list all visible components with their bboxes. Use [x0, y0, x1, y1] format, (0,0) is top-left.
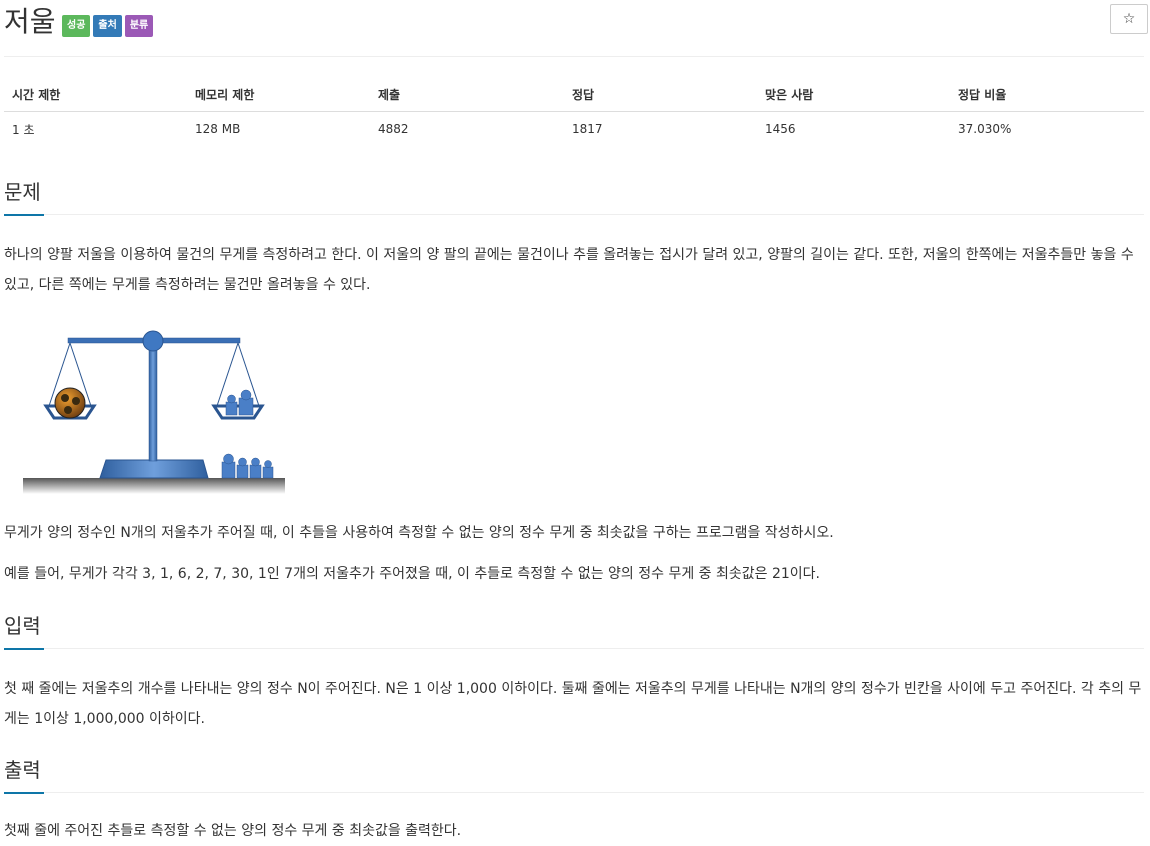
- th-accepted: 정답: [564, 77, 757, 112]
- td-time-limit: 1 초: [12, 122, 35, 137]
- label-category[interactable]: 분류: [124, 15, 154, 37]
- table-header-row: 시간 제한 메모리 제한 제출 정답 맞은 사람 정답 비율: [4, 77, 1144, 112]
- td-accept-ratio: 37.030%: [958, 122, 1012, 136]
- balance-scale-image: [23, 330, 285, 494]
- problem-info-table: 시간 제한 메모리 제한 제출 정답 맞은 사람 정답 비율 1 초 128 M…: [4, 77, 1144, 146]
- input-description: 첫 째 줄에는 저울추의 개수를 나타내는 양의 정수 N이 주어진다. N은 …: [4, 681, 1142, 727]
- td-submissions: 4882: [378, 122, 409, 136]
- label-source[interactable]: 출처: [93, 15, 122, 37]
- th-submissions: 제출: [370, 77, 564, 112]
- th-accept-ratio: 정답 비율: [950, 77, 1144, 112]
- problem-description-3: 예를 들어, 무게가 각각 3, 1, 6, 2, 7, 30, 1인 7개의 …: [4, 566, 821, 582]
- td-solved-users: 1456: [765, 122, 796, 136]
- td-accepted: 1817: [572, 122, 603, 136]
- title-row: 저울 성공 출처 분류 ☆: [4, 0, 1148, 57]
- problem-description-1: 하나의 양팔 저울을 이용하여 물건의 무게를 측정하려고 한다. 이 저울의 …: [4, 247, 1134, 293]
- star-icon: ☆: [1122, 11, 1136, 27]
- section-underline: [4, 214, 44, 216]
- section-input-title: 입력: [4, 614, 41, 638]
- output-description: 첫째 줄에 주어진 추들로 측정할 수 없는 양의 정수 무게 중 최솟값을 출…: [4, 823, 462, 839]
- section-output-title: 출력: [4, 758, 41, 782]
- section-underline: [4, 648, 44, 650]
- table-row: 1 초 128 MB 4882 1817 1456 37.030%: [4, 112, 1144, 147]
- section-underline: [4, 792, 44, 794]
- problem-description-2: 무게가 양의 정수인 N개의 저울추가 주어질 때, 이 추들을 사용하여 측정…: [4, 525, 834, 541]
- th-memory-limit: 메모리 제한: [187, 77, 370, 112]
- section-problem-title: 문제: [4, 180, 41, 204]
- section-output-header: 출력: [4, 754, 1144, 794]
- th-time-limit: 시간 제한: [4, 77, 187, 112]
- favorite-button[interactable]: ☆: [1110, 4, 1148, 34]
- problem-page: 저울 성공 출처 분류 ☆ 시간 제한 메모리 제한 제출 정답 맞은 사람 정…: [4, 0, 1148, 839]
- th-solved-users: 맞은 사람: [757, 77, 950, 112]
- section-problem-header: 문제: [4, 176, 1144, 216]
- section-input-header: 입력: [4, 610, 1144, 650]
- page-title: 저울: [4, 5, 56, 38]
- td-memory-limit: 128 MB: [195, 122, 241, 136]
- label-success[interactable]: 성공: [62, 15, 91, 37]
- problem-labels: 성공 출처 분류: [62, 15, 154, 37]
